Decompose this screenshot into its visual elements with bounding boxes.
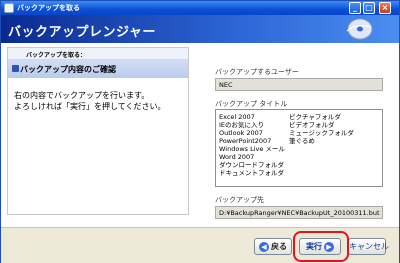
backup-user-field: NEC xyxy=(215,78,383,91)
backup-titles-list[interactable]: Excel 2007 IEのお気に入り Outlook 2007 PowerPo… xyxy=(215,109,383,187)
list-item: ドキュメントフォルダ xyxy=(219,169,284,177)
step-title: バックアップ内容のご確認 xyxy=(20,65,116,74)
title-bar: バックアップを取る _ □ × xyxy=(1,1,399,15)
step-box: バックアップを取る： バックアップ内容のご確認 xyxy=(8,48,188,78)
titles-column-1: Excel 2007 IEのお気に入り Outlook 2007 PowerPo… xyxy=(219,113,285,177)
execute-highlight xyxy=(293,231,349,262)
list-item: 筆ぐるめ xyxy=(289,137,315,145)
list-item: Windows Live メール xyxy=(219,145,285,153)
minimize-button[interactable]: _ xyxy=(349,2,361,14)
step-bullet-icon xyxy=(12,65,19,72)
app-header: バックアップレンジャー xyxy=(1,15,399,43)
cancel-button[interactable]: キャンセル xyxy=(348,238,389,255)
list-item: ビデオフォルダ xyxy=(289,121,335,129)
disc-icon xyxy=(346,18,373,40)
list-item: Outlook 2007 xyxy=(219,129,263,137)
window-title: バックアップを取る xyxy=(17,4,80,12)
backup-titles-label: バックアップ タイトル xyxy=(215,100,288,108)
titles-column-2: ピクチャフォルダ ビデオフォルダ ミュージックフォルダ 筆ぐるめ xyxy=(289,113,354,145)
list-item: Word 2007 xyxy=(219,153,255,161)
app-heading: バックアップレンジャー xyxy=(8,25,156,40)
list-item: ピクチャフォルダ xyxy=(289,113,341,121)
back-arrow-icon: ◀ xyxy=(259,241,269,252)
list-item: Excel 2007 xyxy=(219,113,255,121)
list-item: PowerPoint2007 xyxy=(219,137,272,145)
maximize-button[interactable]: □ xyxy=(363,2,375,14)
content-area: バックアップを取る： バックアップ内容のご確認 右の内容でバックアップを行います… xyxy=(1,43,399,227)
instruction-panel: バックアップを取る： バックアップ内容のご確認 右の内容でバックアップを行います… xyxy=(7,47,189,215)
instruction-message: 右の内容でバックアップを行います。 よろしければ「実行」を押してください。 xyxy=(14,91,166,111)
back-button[interactable]: ◀ 戻る xyxy=(254,238,292,255)
backup-window: バックアップを取る _ □ × バックアップレンジャー バックアップを取る： バ… xyxy=(0,0,400,263)
list-item: IEのお気に入り xyxy=(219,121,265,129)
step-label: バックアップを取る： xyxy=(26,52,87,59)
close-button[interactable]: × xyxy=(379,2,391,14)
backup-user-label: バックアップするユーザー xyxy=(215,68,299,76)
backup-destination-label: バックアップ先 xyxy=(215,196,264,204)
app-icon xyxy=(4,3,14,13)
backup-destination-field: D:¥BackupRanger¥NEC¥BackupUt_20100311.bu… xyxy=(215,206,383,219)
list-item: ダウンロードフォルダ xyxy=(219,161,284,169)
list-item: ミュージックフォルダ xyxy=(289,129,354,137)
